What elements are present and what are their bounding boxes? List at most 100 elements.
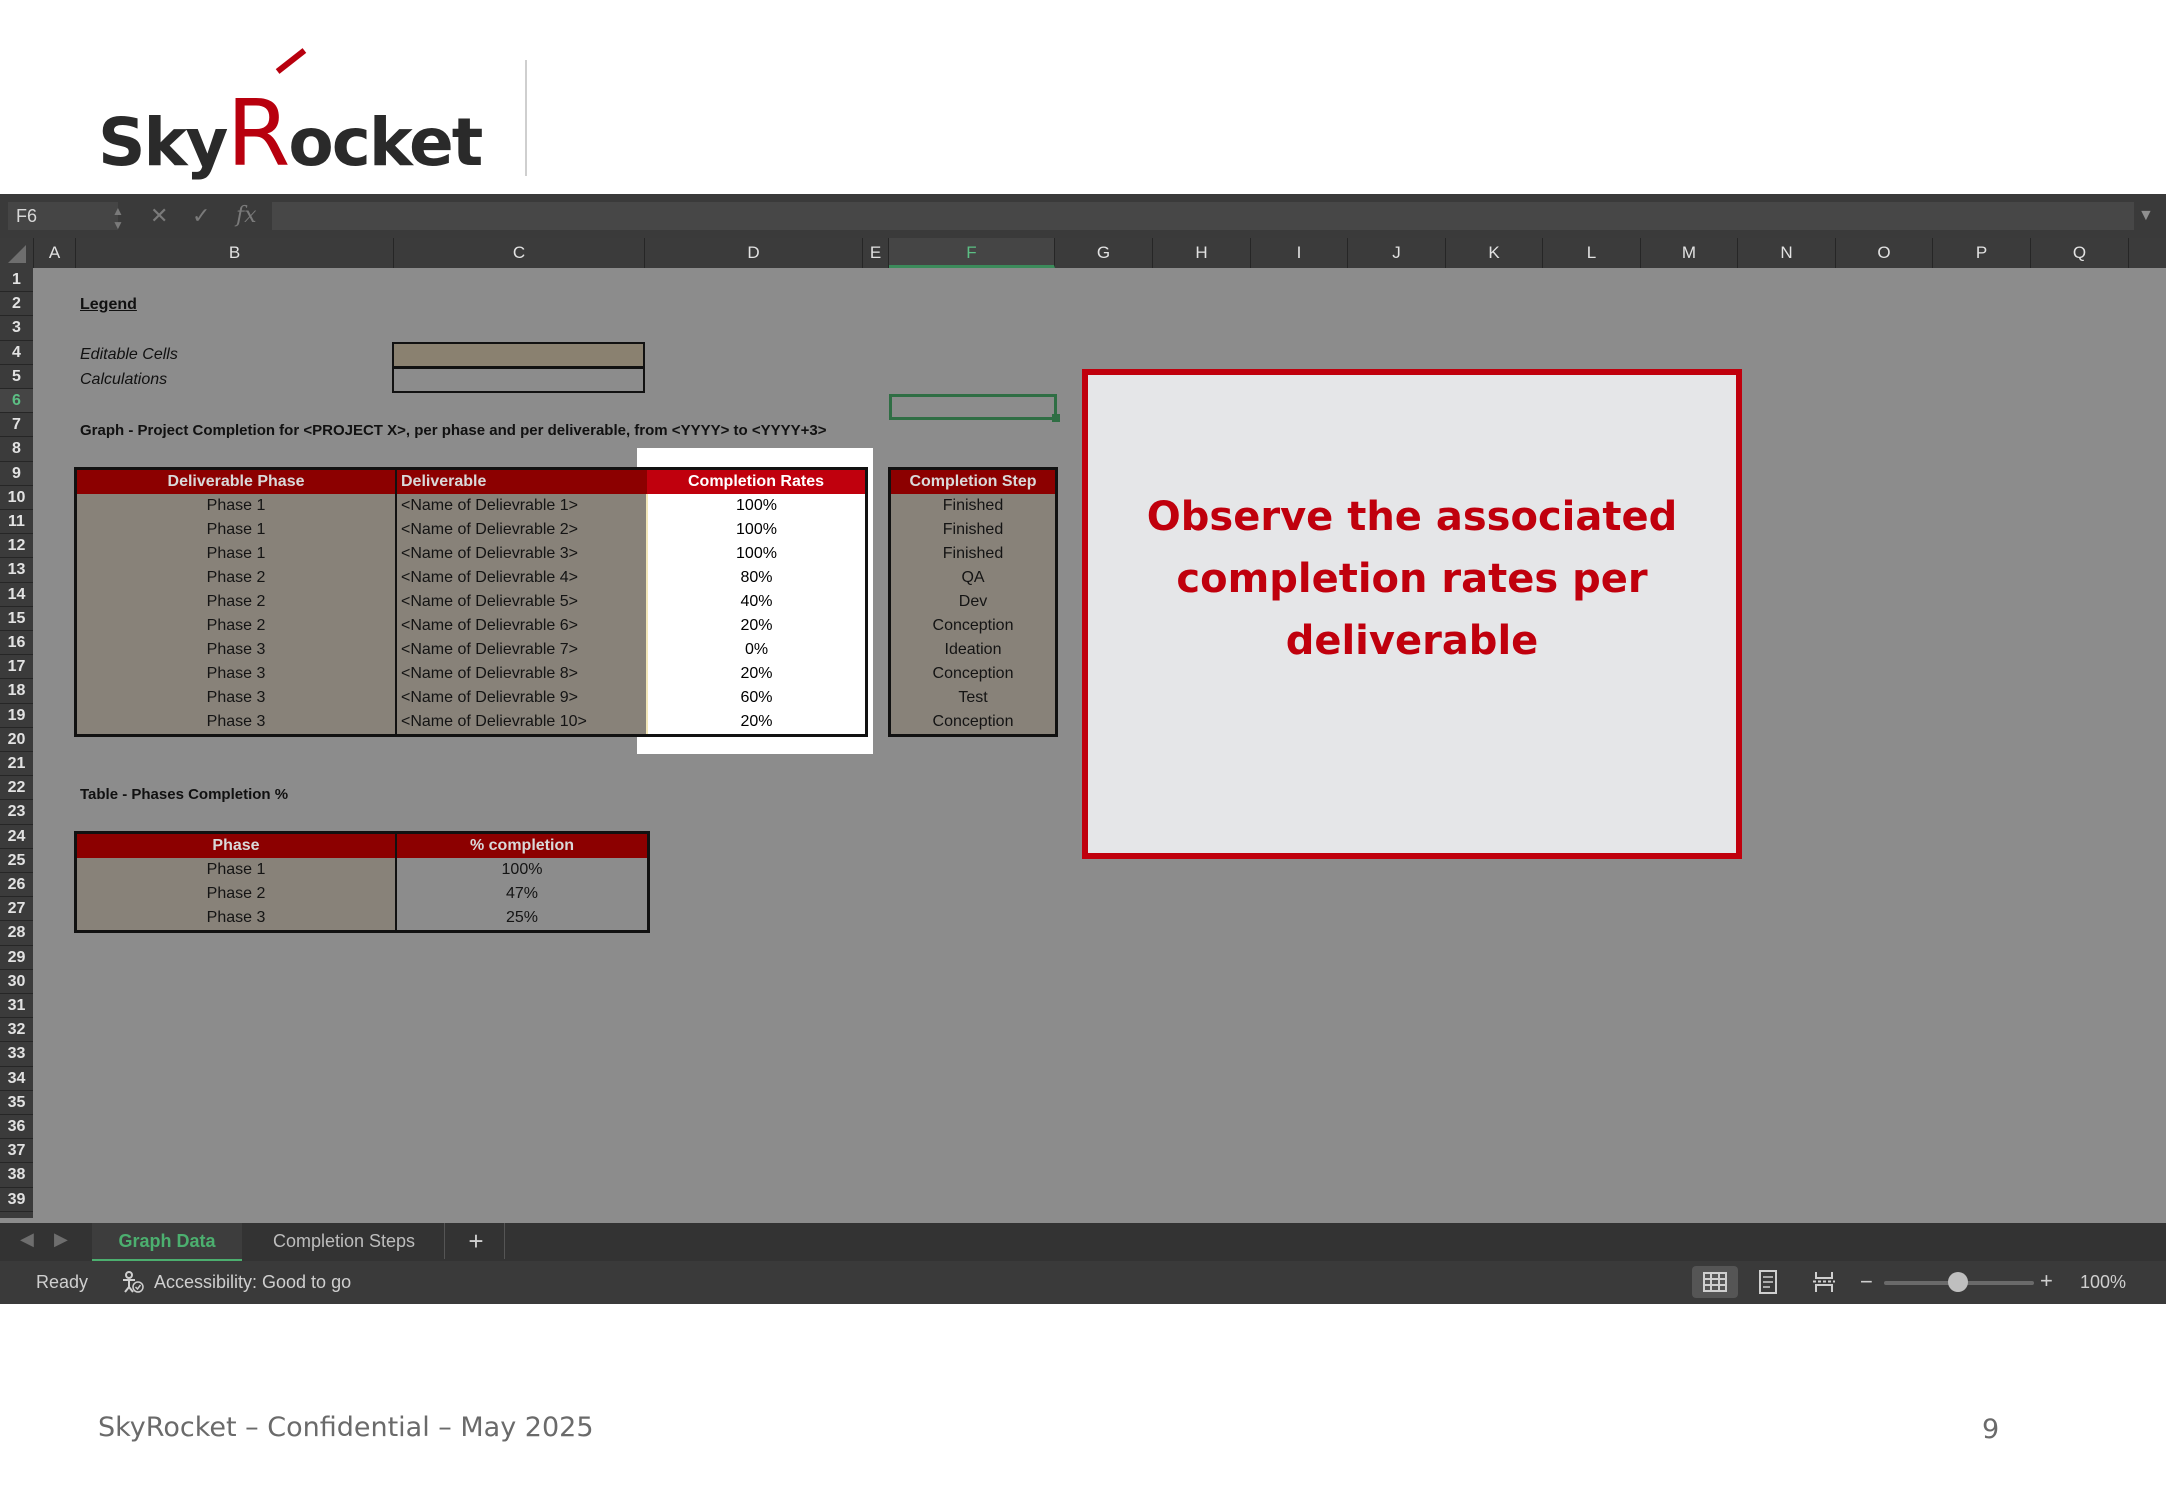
tab-completion-steps[interactable]: Completion Steps — [244, 1223, 445, 1259]
column-header-k[interactable]: K — [1446, 238, 1543, 268]
cell-phase[interactable]: Phase 1 — [75, 494, 397, 518]
cell-completion-step[interactable]: Conception — [889, 710, 1057, 736]
cell-phase[interactable]: Phase 3 — [75, 638, 397, 662]
zoom-in-icon[interactable]: + — [2040, 1268, 2053, 1294]
cell-completion-step[interactable]: Test — [889, 686, 1057, 710]
row-header-23[interactable]: 23 — [0, 800, 33, 825]
cell-completion-rate[interactable]: 0% — [647, 638, 867, 662]
column-header-i[interactable]: I — [1251, 238, 1348, 268]
cell-phase[interactable]: Phase 2 — [75, 566, 397, 590]
row-header-35[interactable]: 35 — [0, 1091, 33, 1115]
function-fx-icon[interactable]: fx — [236, 202, 257, 230]
column-header-p[interactable]: P — [1933, 238, 2031, 268]
row-header-33[interactable]: 33 — [0, 1042, 33, 1067]
page-layout-view-icon[interactable] — [1758, 1270, 1778, 1299]
cell-deliverable[interactable]: <Name of Delievrable 3> — [396, 542, 648, 566]
cell-completion-rate[interactable]: 20% — [647, 710, 867, 736]
column-header-d[interactable]: D — [645, 238, 863, 268]
confirm-check-icon[interactable]: ✓ — [192, 202, 210, 230]
row-header-36[interactable]: 36 — [0, 1115, 33, 1140]
add-sheet-icon[interactable]: + — [448, 1223, 505, 1259]
row-header-38[interactable]: 38 — [0, 1163, 33, 1188]
row-header-21[interactable]: 21 — [0, 752, 33, 777]
cell-completion-step[interactable]: QA — [889, 566, 1057, 590]
row-header-11[interactable]: 11 — [0, 510, 33, 535]
row-header-15[interactable]: 15 — [0, 607, 33, 631]
cell-completion-rate[interactable]: 100% — [647, 518, 867, 542]
cell-phase[interactable]: Phase 2 — [75, 590, 397, 614]
page-break-view-icon[interactable] — [1812, 1270, 1836, 1299]
row-header-26[interactable]: 26 — [0, 873, 33, 898]
cell-completion-step[interactable]: Finished — [889, 518, 1057, 542]
column-header-o[interactable]: O — [1836, 238, 1933, 268]
accessibility-icon[interactable] — [120, 1270, 144, 1299]
cell-completion-rate[interactable]: 20% — [647, 614, 867, 638]
status-accessibility[interactable]: Accessibility: Good to go — [154, 1272, 351, 1293]
cell-phase[interactable]: Phase 3 — [75, 906, 397, 932]
row-header-6[interactable]: 6 — [0, 389, 33, 414]
cell-completion-rate[interactable]: 60% — [647, 686, 867, 710]
row-header-10[interactable]: 10 — [0, 486, 33, 510]
select-all-corner[interactable] — [0, 238, 34, 268]
column-header-m[interactable]: M — [1641, 238, 1738, 268]
row-header-37[interactable]: 37 — [0, 1139, 33, 1164]
cell-deliverable[interactable]: <Name of Delievrable 5> — [396, 590, 648, 614]
row-header-17[interactable]: 17 — [0, 655, 33, 680]
cell-percent-completion[interactable]: 25% — [396, 906, 649, 932]
cell-completion-step[interactable]: Conception — [889, 662, 1057, 686]
tab-scroll-left-icon[interactable]: ◀ — [20, 1229, 34, 1250]
tab-scroll-right-icon[interactable]: ▶ — [54, 1229, 68, 1250]
cell-deliverable[interactable]: <Name of Delievrable 7> — [396, 638, 648, 662]
cell-phase[interactable]: Phase 2 — [75, 614, 397, 638]
cell-phase[interactable]: Phase 1 — [75, 858, 397, 882]
row-header-19[interactable]: 19 — [0, 704, 33, 728]
row-header-8[interactable]: 8 — [0, 437, 33, 462]
row-header-16[interactable]: 16 — [0, 631, 33, 656]
tab-graph-data[interactable]: Graph Data — [92, 1223, 242, 1262]
cell-deliverable[interactable]: <Name of Delievrable 8> — [396, 662, 648, 686]
cell-completion-rate[interactable]: 40% — [647, 590, 867, 614]
row-header-7[interactable]: 7 — [0, 413, 33, 438]
cell-completion-step[interactable]: Conception — [889, 614, 1057, 638]
column-header-c[interactable]: C — [394, 238, 645, 268]
cancel-icon[interactable]: ✕ — [150, 202, 168, 230]
row-header-20[interactable]: 20 — [0, 728, 33, 752]
chevron-down-icon[interactable]: ▼ — [2138, 202, 2154, 230]
cell-deliverable[interactable]: <Name of Delievrable 1> — [396, 494, 648, 518]
row-header-4[interactable]: 4 — [0, 341, 33, 365]
cell-deliverable[interactable]: <Name of Delievrable 10> — [396, 710, 648, 736]
normal-view-button[interactable] — [1692, 1266, 1738, 1298]
row-header-29[interactable]: 29 — [0, 946, 33, 970]
row-header-12[interactable]: 12 — [0, 534, 33, 559]
row-header-2[interactable]: 2 — [0, 292, 33, 317]
zoom-slider-thumb[interactable] — [1948, 1272, 1968, 1292]
cell-percent-completion[interactable]: 100% — [396, 858, 649, 882]
column-header-e[interactable]: E — [863, 238, 889, 268]
column-header-j[interactable]: J — [1348, 238, 1446, 268]
column-header-a[interactable]: A — [34, 238, 76, 268]
zoom-out-icon[interactable]: − — [1860, 1269, 1873, 1295]
namebox-stepper-icon[interactable]: ▲ ▼ — [112, 204, 124, 232]
row-header-3[interactable]: 3 — [0, 316, 33, 341]
row-header-18[interactable]: 18 — [0, 679, 33, 704]
cell-completion-rate[interactable]: 80% — [647, 566, 867, 590]
column-header-q[interactable]: Q — [2031, 238, 2129, 268]
row-header-22[interactable]: 22 — [0, 776, 33, 801]
column-header-h[interactable]: H — [1153, 238, 1251, 268]
cell-completion-rate[interactable]: 100% — [647, 494, 867, 518]
column-header-n[interactable]: N — [1738, 238, 1836, 268]
cell-phase[interactable]: Phase 3 — [75, 686, 397, 710]
cell-deliverable[interactable]: <Name of Delievrable 4> — [396, 566, 648, 590]
row-header-13[interactable]: 13 — [0, 558, 33, 583]
row-header-25[interactable]: 25 — [0, 849, 33, 873]
cell-percent-completion[interactable]: 47% — [396, 882, 649, 906]
cell-phase[interactable]: Phase 2 — [75, 882, 397, 906]
cell-completion-rate[interactable]: 20% — [647, 662, 867, 686]
name-box[interactable]: F6 — [8, 202, 118, 230]
row-header-14[interactable]: 14 — [0, 583, 33, 607]
row-header-34[interactable]: 34 — [0, 1067, 33, 1091]
row-header-39[interactable]: 39 — [0, 1188, 33, 1212]
column-header-b[interactable]: B — [76, 238, 394, 268]
cell-completion-rate[interactable]: 100% — [647, 542, 867, 566]
row-header-28[interactable]: 28 — [0, 921, 33, 946]
